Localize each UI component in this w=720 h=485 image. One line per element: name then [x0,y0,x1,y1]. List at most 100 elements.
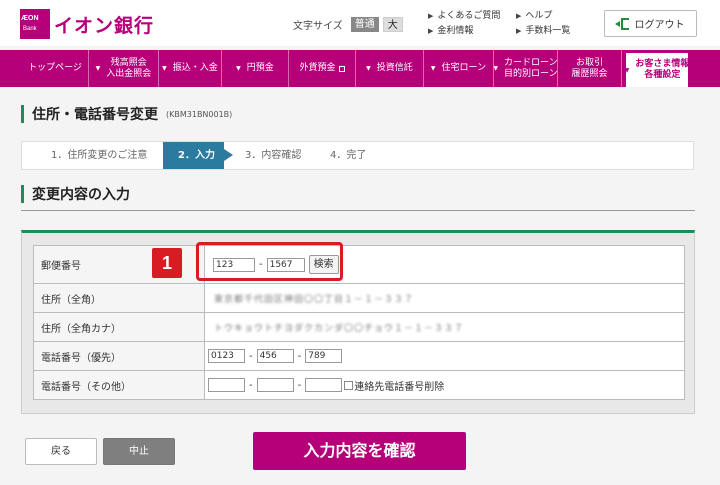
nav-item-top[interactable]: トップページ [22,50,89,87]
nav-item-label: 残高照会 [110,57,147,68]
nav-item-customer-settings[interactable]: ▼ お客さま情報 各種設定 [625,53,690,87]
nav-item-yen-deposit[interactable]: ▼ 円預金 [222,50,289,87]
step-3: 3．内容確認 [245,150,302,161]
nav-item-label-2: 入出金照会 [106,68,152,79]
header-links-col2: ▶ ヘルプ ▶ 手数料一覧 [516,9,570,39]
triangle-right-icon: ▶ [516,27,522,35]
page-code: (KBM31BN001B) [166,109,233,119]
cancel-button[interactable]: 中止 [103,438,175,465]
nav-item-label-2: 各種設定 [644,70,681,80]
nav-item-transfer[interactable]: ▼ 振込・入金 [159,50,222,87]
triangle-right-icon: ▶ [428,27,434,35]
change-form-table: 郵便番号 123-1567 検索 住所（全角） 東京都千代田区神田〇〇丁目１－１－… [33,245,685,400]
faq-link[interactable]: ▶ よくあるご質問 [428,9,500,24]
back-button[interactable]: 戻る [25,438,97,465]
nav-item-transaction-history[interactable]: お取引 履歴照会 [558,50,622,87]
phone-primary-middle-input[interactable]: 456 [256,349,294,363]
section-title-row: 変更内容の入力 [21,184,130,204]
table-row: 住所（全角カナ） トウキョウトチヨダクカンダ〇〇チョウ１－１－３３７ [33,312,685,342]
header-links-col1: ▶ よくあるご質問 ▶ 金利情報 [428,9,500,39]
table-row: 電話番号（優先） 0123-456-789 [33,341,685,371]
fee-list-link[interactable]: ▶ 手数料一覧 [516,24,570,39]
nav-item-label: トップページ [28,63,82,73]
logout-label: ログアウト [634,20,685,31]
title-accent-bar [21,105,24,123]
phone-other-label: 電話番号（その他） [33,370,205,400]
triangle-down-icon: ▼ [236,65,241,72]
fee-list-link-label: 手数料一覧 [525,26,571,36]
address-kana-value-cell: トウキョウトチヨダクカンダ〇〇チョウ１－１－３３７ [204,312,685,342]
step-2-current: 2．入力 [163,142,233,169]
section-title: 変更内容の入力 [32,187,130,203]
font-size-control: 文字サイズ 普通 大 [293,17,407,32]
phone-other-middle-input[interactable] [256,378,294,392]
logo-text: イオン銀行 [54,14,155,37]
nav-item-label: カードローン [504,57,558,68]
external-window-icon [338,65,345,72]
nav-item-label: 振込・入金 [172,63,218,73]
nav-item-label: 外貨預金 [299,63,336,73]
dash: - [297,350,302,362]
triangle-down-icon: ▼ [493,65,499,72]
interest-rate-link[interactable]: ▶ 金利情報 [428,24,500,39]
step-number-badge: 1 [152,248,182,278]
aeon-logo-mark: ÆON Bank [20,9,50,39]
logo-mark-subtext: Bank [23,26,37,32]
form-panel: 郵便番号 123-1567 検索 住所（全角） 東京都千代田区神田〇〇丁目１－１－… [21,230,695,414]
font-size-label: 文字サイズ [293,21,343,32]
triangle-down-icon: ▼ [430,65,436,72]
phone-primary-label: 電話番号（優先） [33,341,205,371]
help-link-label: ヘルプ [525,11,553,21]
nav-item-label: 円預金 [246,63,274,73]
postal-code-highlight-box [196,242,343,281]
triangle-down-icon: ▼ [162,65,167,72]
logout-icon [614,17,629,30]
table-row: 郵便番号 123-1567 検索 [33,245,685,284]
delete-phone-checkbox-label: 連絡先電話番号削除 [354,381,445,393]
phone-primary-area-input[interactable]: 0123 [208,349,245,363]
section-accent-bar [21,185,24,203]
nav-item-label: 住宅ローン [441,63,487,73]
triangle-right-icon: ▶ [516,12,522,20]
faq-link-label: よくあるご質問 [437,11,501,21]
address-kana-value-masked: トウキョウトチヨダクカンダ〇〇チョウ１－１－３３７ [214,323,465,334]
progress-steps: 1．住所変更のご注意 2．入力 3．内容確認 4．完了 [21,141,694,170]
table-row: 電話番号（その他） - - 連絡先電話番号削除 [33,370,685,400]
nav-item-label: 投資信託 [376,63,413,73]
page-title: 住所・電話番号変更 [32,107,158,123]
nav-item-label: お取引 [575,57,603,68]
nav-item-balance[interactable]: ▼ 残高照会 入出金照会 [89,50,159,87]
address-value-masked: 東京都千代田区神田〇〇丁目１－１－３３７ [214,294,415,305]
nav-item-label-2: 履歴照会 [571,68,608,79]
nav-item-home-loan[interactable]: ▼ 住宅ローン [424,50,494,87]
step-1: 1．住所変更のご注意 [51,150,148,161]
triangle-right-icon: ▶ [428,12,434,20]
bank-logo[interactable]: ÆON Bank イオン銀行 [20,9,154,39]
table-row: 住所（全角） 東京都千代田区神田〇〇丁目１－１－３３７ [33,283,685,313]
address-value-cell: 東京都千代田区神田〇〇丁目１－１－３３７ [204,283,685,313]
help-link[interactable]: ▶ ヘルプ [516,9,570,24]
phone-primary-last-input[interactable]: 789 [305,349,343,363]
dash: - [249,379,253,391]
phone-other-area-input[interactable] [208,378,245,392]
step-4: 4．完了 [330,150,367,161]
address-label: 住所（全角） [33,283,205,313]
nav-item-label-2: 目的別ローン [504,68,558,79]
nav-item-card-loan[interactable]: ▼ カードローン 目的別ローン [493,50,558,87]
phone-other-cell: - - 連絡先電話番号削除 [204,370,685,400]
nav-item-label: お客さま情報 [635,59,690,69]
header: ÆON Bank イオン銀行 文字サイズ 普通 大 ▶ よくあるご質問 ▶ 金利情報… [0,0,720,46]
page-title-row: 住所・電話番号変更 (KBM31BN001B) [21,104,232,124]
phone-other-last-input[interactable] [305,378,343,392]
delete-phone-checkbox[interactable] [344,380,354,390]
logout-button[interactable]: ログアウト [604,10,697,37]
font-size-normal-button[interactable]: 普通 [350,17,379,32]
logo-mark-text: ÆON [21,15,39,22]
nav-item-investment-trust[interactable]: ▼ 投資信託 [356,50,424,87]
address-kana-label: 住所（全角カナ） [33,312,205,342]
font-size-large-button[interactable]: 大 [382,17,403,32]
dash: - [297,379,302,391]
nav-item-foreign-deposit[interactable]: 外貨預金 [289,50,356,87]
confirm-input-button[interactable]: 入力内容を確認 [253,432,466,470]
dash: - [249,350,253,362]
